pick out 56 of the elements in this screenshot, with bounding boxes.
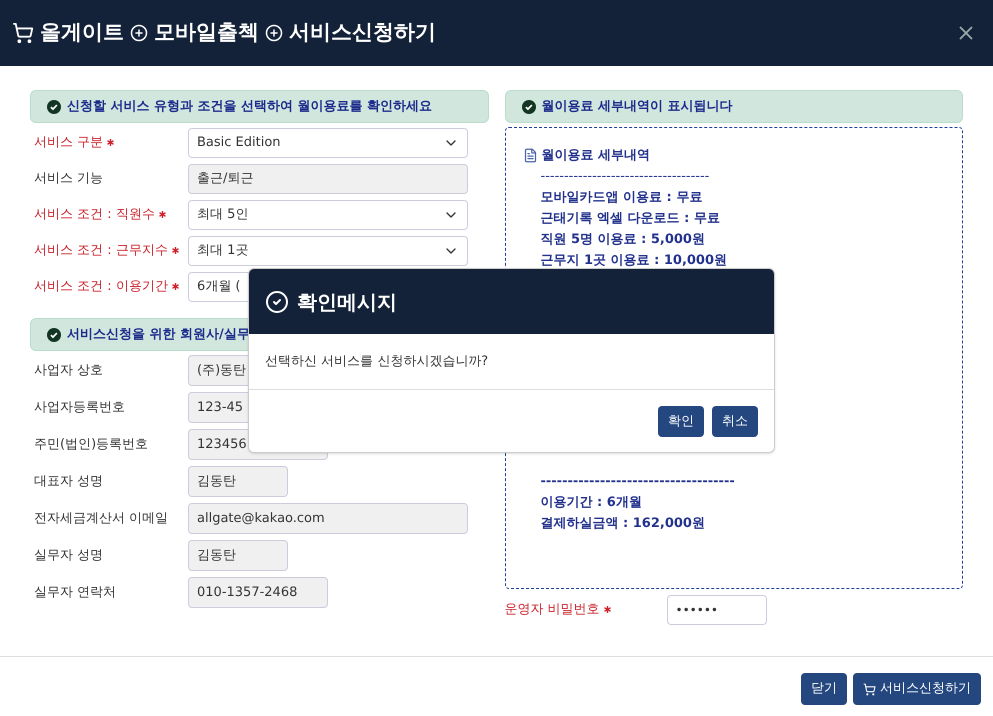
field-label: 사업자 상호 <box>33 362 104 380</box>
check-icon <box>47 328 61 342</box>
cart-icon <box>863 682 876 696</box>
check-icon <box>265 290 289 314</box>
select-field[interactable]: 최대 1곳 <box>188 236 468 266</box>
section-heading: 월이용료 세부내역이 표시됩니다 <box>504 90 963 123</box>
dialog-title: 확인메시지 <box>297 288 397 316</box>
field-label: 서비스 조건 : 이용기간 <box>30 277 188 297</box>
field-label: 실무자 연락처 <box>33 584 118 602</box>
detail-line: 근무지 1곳 이용료 : 10,000원 <box>540 252 728 270</box>
document-icon <box>522 148 538 164</box>
password-field[interactable]: •••••• <box>666 595 766 625</box>
detail-line: ------------------------------------ <box>540 472 736 490</box>
field-label: 주민(법인)등록번호 <box>33 436 150 454</box>
field-label: 사업자등록번호 <box>33 398 126 417</box>
window-title: 서비스신청하기 <box>289 19 436 46</box>
required-icon <box>107 139 114 146</box>
section-heading: 신청할 서비스 유형과 조건을 선택하여 월이용료를 확인하세요 <box>30 90 488 123</box>
required-icon <box>604 606 611 614</box>
detail-line: 모바일카드앱 이용료 : 무료 <box>540 188 704 206</box>
footer-button[interactable]: 서비스신청하기 <box>853 673 981 705</box>
detail-line: 근태기록 엑셀 다운로드 : 무료 <box>540 210 721 228</box>
readonly-field: 출근/퇴근 <box>188 164 468 194</box>
field-label: 서비스 기능 <box>33 170 104 188</box>
field-label: 서비스 조건 : 근무지수 <box>30 241 188 261</box>
required-icon <box>172 283 179 290</box>
readonly-field: 010-1357-2468 <box>188 577 328 608</box>
readonly-field: 김동탄 <box>188 540 288 571</box>
field-label: 서비스 구분 <box>30 133 188 153</box>
plus-icon <box>265 24 283 42</box>
check-icon <box>47 100 61 114</box>
select-field[interactable]: 최대 5인 <box>188 200 468 230</box>
window-title: 모바일출첵 <box>154 19 259 46</box>
required-icon <box>158 211 166 218</box>
field-label: 서비스 조건 : 직원수 <box>30 205 188 225</box>
detail-line: 직원 5명 이용료 : 5,000원 <box>540 230 706 248</box>
dialog-message: 선택하신 서비스를 신청하시겠습니까? <box>265 352 488 371</box>
detail-line: 이용기간 : 6개월 <box>540 494 643 512</box>
readonly-field: 김동탄 <box>188 466 288 497</box>
field-label: 실무자 성명 <box>33 546 104 565</box>
detail-title: 월이용료 세부내역 <box>542 147 650 165</box>
select-field[interactable]: Basic Edition <box>188 128 468 158</box>
plus-icon <box>130 24 148 42</box>
footer-button[interactable]: 닫기 <box>801 673 847 705</box>
field-label: 운영자 비밀번호 <box>504 600 666 620</box>
cart-icon <box>12 22 34 44</box>
check-icon <box>522 100 536 114</box>
field-label: 대표자 성명 <box>33 472 104 491</box>
required-icon <box>172 247 179 254</box>
detail-line: 결제하실금액 : 162,000원 <box>540 514 706 532</box>
dialog-button[interactable]: 취소 <box>712 406 758 437</box>
readonly-field: allgate@kakao.com <box>188 503 468 534</box>
detail-line: ------------------------------------ <box>540 168 710 186</box>
dialog-button[interactable]: 확인 <box>658 406 704 437</box>
field-label: 전자세금계산서 이메일 <box>33 510 170 528</box>
window-title: 올게이트 <box>40 19 124 46</box>
